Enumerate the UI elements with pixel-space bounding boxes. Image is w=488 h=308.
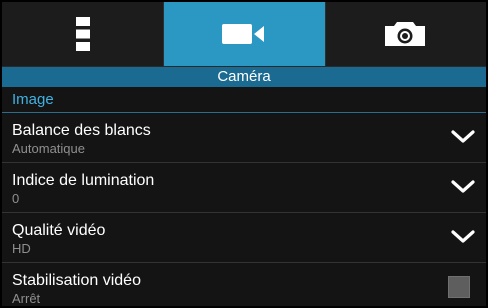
more-vertical-icon: [75, 17, 90, 51]
camera-settings-panel: Caméra Image Balance des blancs Automati…: [2, 2, 486, 306]
tab-photo[interactable]: [324, 2, 486, 66]
camera-icon: [385, 22, 426, 46]
chevron-down-icon[interactable]: [450, 227, 476, 247]
setting-title: Stabilisation vidéo: [12, 272, 141, 289]
setting-video-stabilization[interactable]: Stabilisation vidéo Arrêt: [2, 263, 486, 306]
chevron-down-icon[interactable]: [450, 177, 476, 197]
tab-video[interactable]: [163, 2, 325, 66]
section-title: Caméra: [2, 67, 486, 87]
setting-value: 0: [12, 191, 20, 206]
category-label: Image: [12, 91, 54, 108]
tab-more[interactable]: [2, 2, 163, 66]
setting-video-quality[interactable]: Qualité vidéo HD: [2, 213, 486, 261]
setting-title: Indice de lumination: [12, 172, 155, 189]
mode-tab-bar: [2, 2, 486, 67]
chevron-down-icon[interactable]: [450, 127, 476, 147]
setting-title: Qualité vidéo: [12, 222, 106, 239]
video-camera-icon: [221, 24, 264, 44]
setting-value: HD: [12, 241, 31, 256]
setting-white-balance[interactable]: Balance des blancs Automatique: [2, 113, 486, 161]
setting-title: Balance des blancs: [12, 122, 151, 139]
setting-value: Arrêt: [12, 291, 41, 306]
setting-exposure[interactable]: Indice de lumination 0: [2, 163, 486, 211]
stabilization-checkbox[interactable]: [448, 276, 470, 298]
setting-value: Automatique: [12, 141, 85, 156]
